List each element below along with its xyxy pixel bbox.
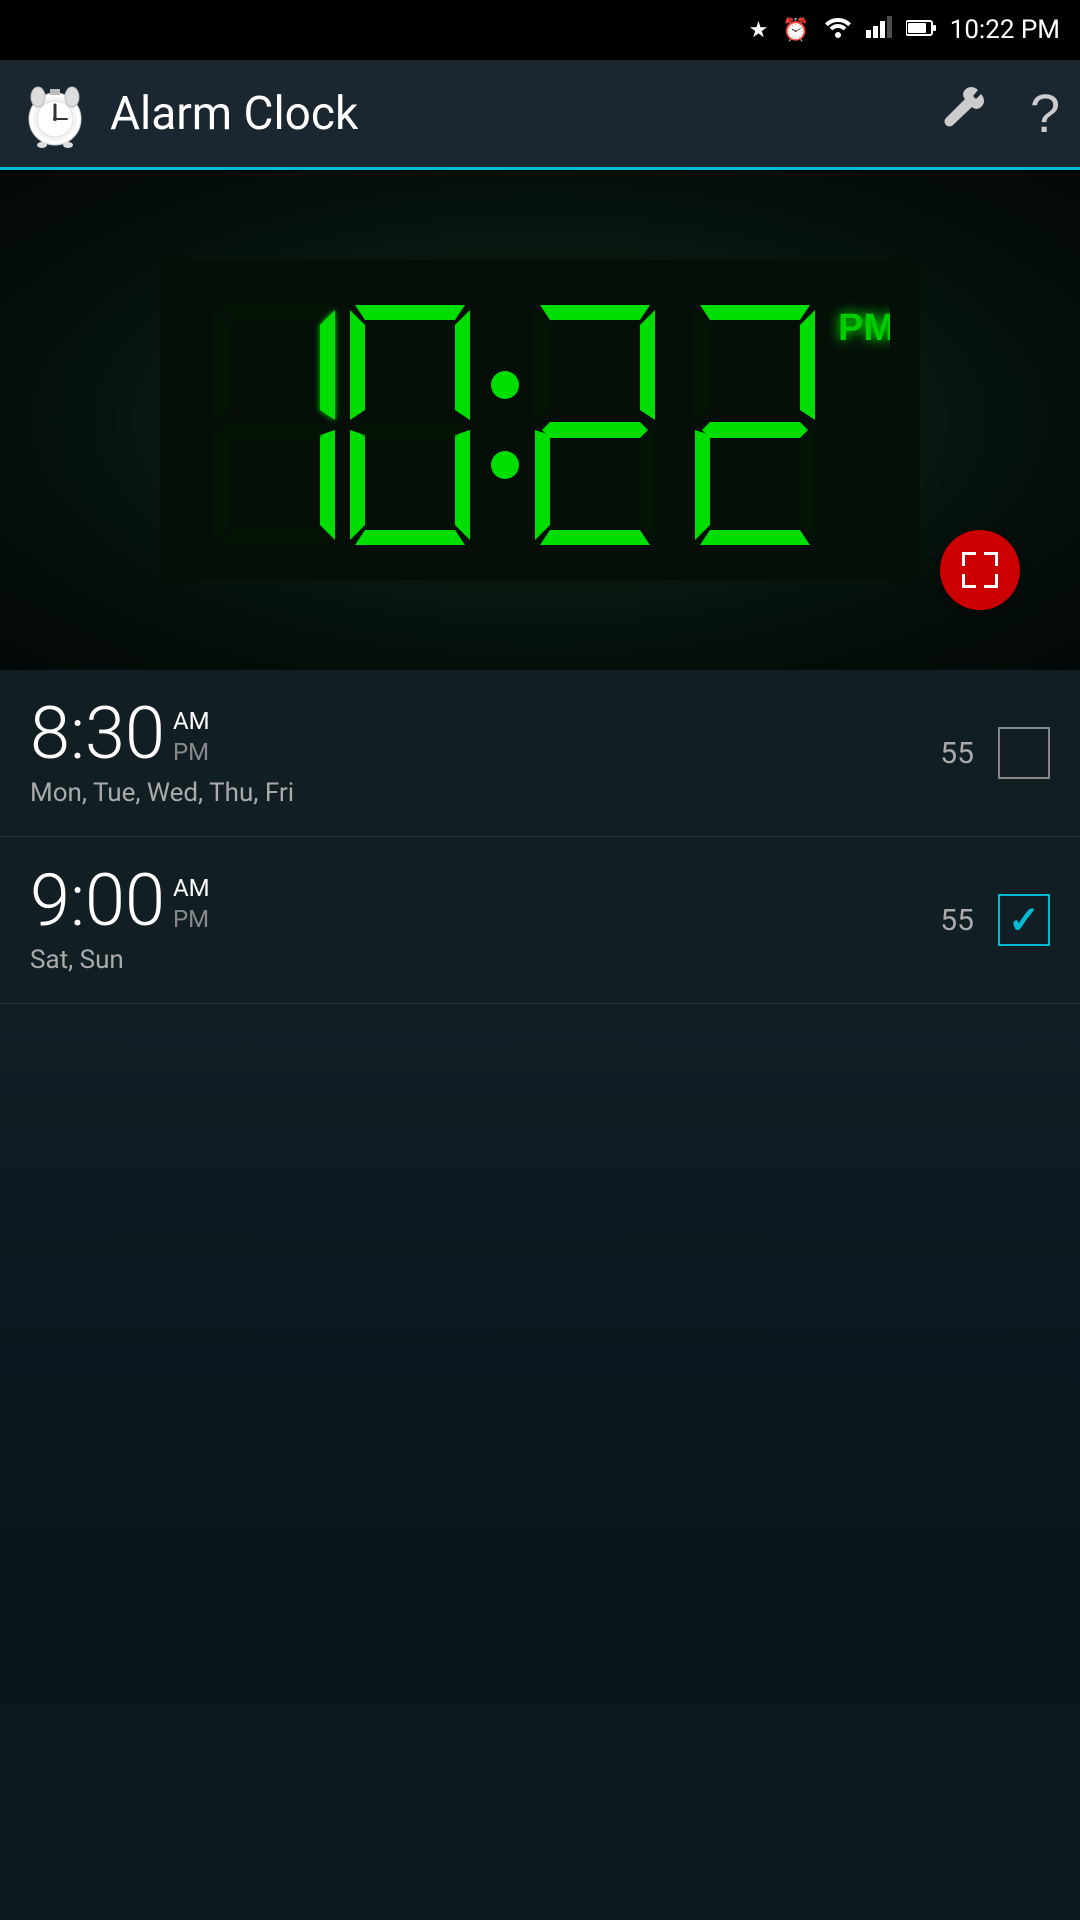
alarm-2-time: 9:00	[30, 865, 165, 937]
top-bar: Alarm Clock ?	[0, 60, 1080, 170]
status-icons: ★ ⏰ 10:22	[749, 15, 1060, 45]
alarm-2-checkbox[interactable]: ✓	[998, 894, 1050, 946]
help-button[interactable]: ?	[1030, 83, 1060, 145]
bluetooth-icon: ★	[749, 18, 769, 43]
alarm-2-pm: PM	[173, 904, 210, 935]
alarm-1-pm: PM	[173, 737, 210, 768]
signal-icon	[866, 16, 892, 44]
question-icon: ?	[1030, 84, 1060, 144]
clock-area: PM	[0, 170, 1080, 670]
alarm-2-am: AM	[173, 873, 210, 904]
alarm-list: 8:30 AM PM Mon, Tue, Wed, Thu, Fri 55 9:…	[0, 670, 1080, 1004]
checkmark-icon: ✓	[1008, 898, 1040, 943]
alarm-2-days: Sat, Sun	[30, 945, 210, 975]
alarm-1-time: 8:30	[30, 698, 165, 770]
alarm-2-right: 55 ✓	[940, 894, 1050, 946]
empty-area	[0, 1004, 1080, 1704]
alarm-status-icon: ⏰	[782, 18, 809, 43]
status-bar: ★ ⏰ 10:22	[0, 0, 1080, 60]
wifi-icon	[824, 16, 852, 44]
fullscreen-icon	[958, 548, 1002, 592]
alarm-1-am: AM	[173, 706, 210, 737]
alarm-2-ampm: AM PM	[173, 865, 210, 935]
app-title: Alarm Clock	[110, 87, 938, 141]
alarm-item-2[interactable]: 9:00 AM PM Sat, Sun 55 ✓	[0, 837, 1080, 1004]
top-bar-actions: ?	[938, 82, 1060, 146]
battery-icon	[906, 18, 936, 43]
alarm-item-1[interactable]: 8:30 AM PM Mon, Tue, Wed, Thu, Fri 55	[0, 670, 1080, 837]
app-icon	[20, 79, 90, 149]
alarm-1-left: 8:30 AM PM Mon, Tue, Wed, Thu, Fri	[30, 698, 294, 808]
settings-button[interactable]	[938, 82, 990, 146]
status-time: 10:22 PM	[950, 15, 1060, 45]
fullscreen-button[interactable]	[940, 530, 1020, 610]
digital-clock-display: PM	[190, 280, 890, 560]
alarm-1-right: 55	[940, 727, 1050, 779]
alarm-1-checkbox[interactable]	[998, 727, 1050, 779]
alarm-2-left: 9:00 AM PM Sat, Sun	[30, 865, 210, 975]
alarm-2-snooze: 55	[940, 903, 974, 938]
alarm-1-snooze: 55	[940, 736, 974, 771]
clock-display-box[interactable]: PM	[160, 260, 920, 580]
alarm-1-days: Mon, Tue, Wed, Thu, Fri	[30, 778, 294, 808]
alarm-1-ampm: AM PM	[173, 698, 210, 768]
svg-text:PM: PM	[838, 307, 890, 349]
